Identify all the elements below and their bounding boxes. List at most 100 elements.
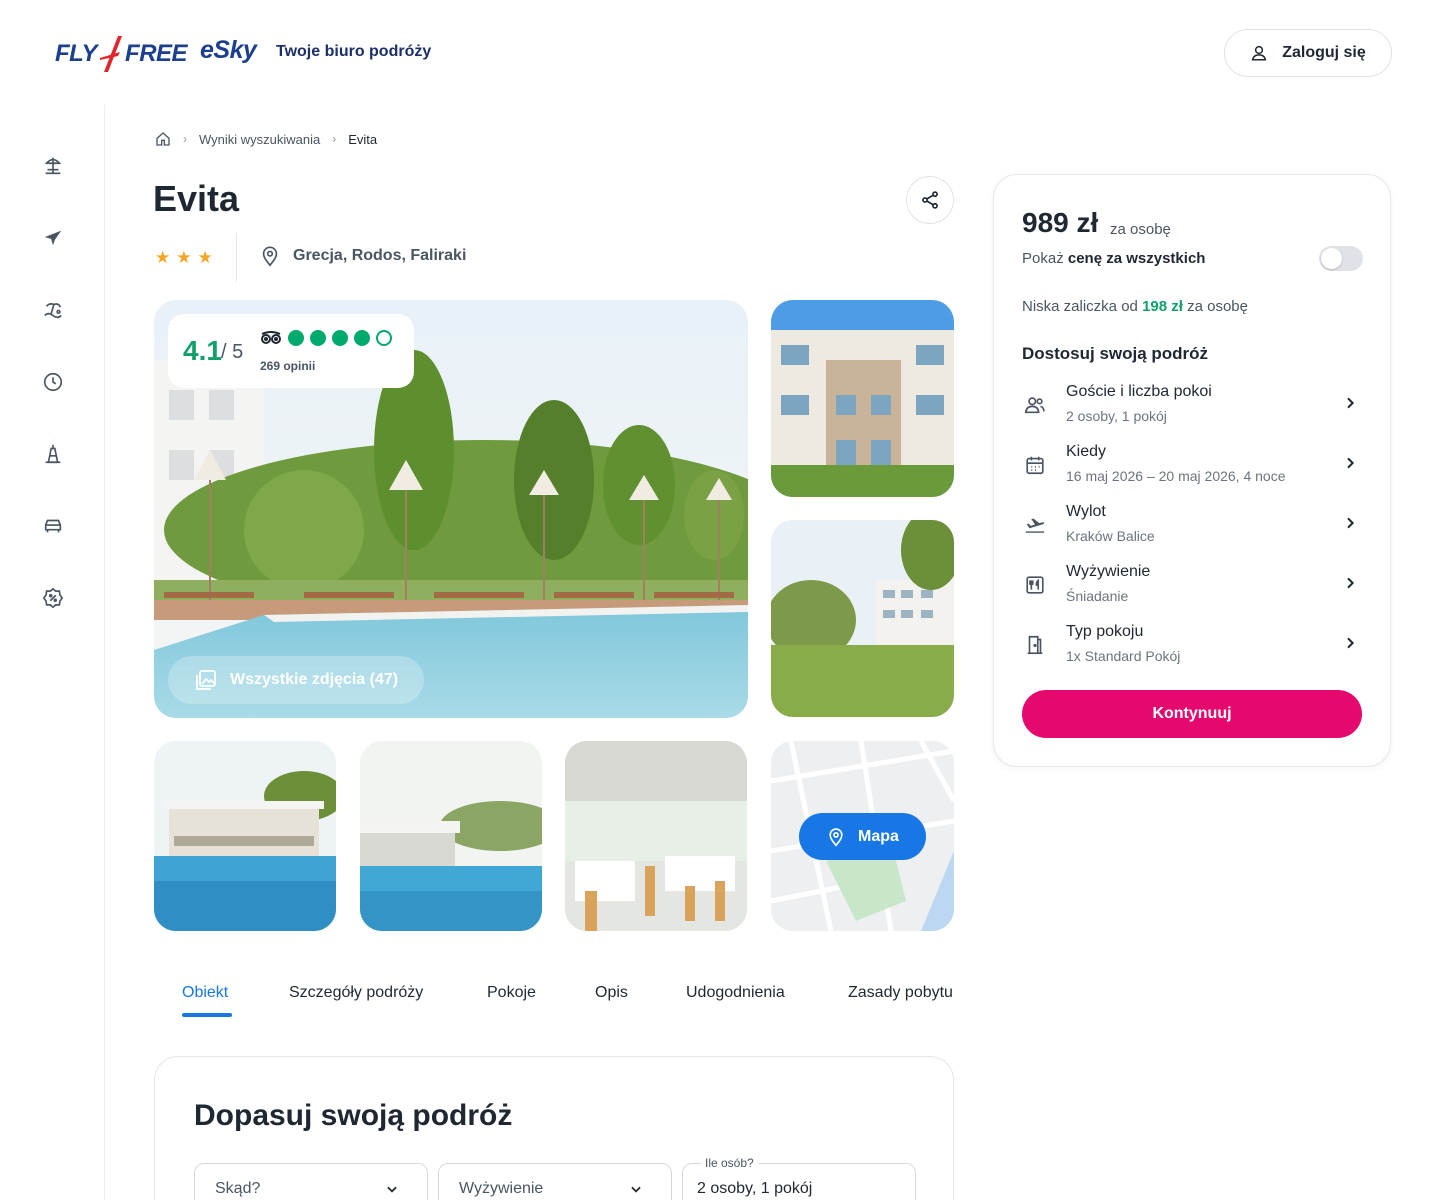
- pool-terrace-photo: [360, 741, 542, 931]
- gallery-photo-building[interactable]: [771, 300, 954, 497]
- deposit-amount: 198 zł: [1142, 298, 1183, 315]
- option-departure-label: Wylot: [1066, 503, 1106, 520]
- deposit-suffix: za osobę: [1187, 298, 1248, 315]
- price: 989 zł: [1022, 207, 1099, 238]
- rating-score: 4.1: [183, 335, 222, 366]
- option-dates[interactable]: Kiedy 16 maj 2026 – 20 maj 2026, 4 noce: [994, 437, 1390, 493]
- departure-icon: [1023, 513, 1047, 537]
- rating-card[interactable]: 4.1 / 5 269 opinii: [168, 314, 414, 388]
- option-meal-label: Wyżywienie: [1066, 563, 1151, 580]
- user-icon: [1251, 45, 1267, 61]
- tab-zasady-pobytu[interactable]: Zasady pobytu: [848, 984, 953, 1002]
- departure-placeholder: Skąd?: [215, 1180, 261, 1197]
- map-label: Mapa: [858, 827, 899, 845]
- people-label: Ile osób?: [701, 1156, 758, 1170]
- esky-logo[interactable]: eSky: [200, 36, 257, 65]
- meal-select[interactable]: Wyżywienie: [438, 1163, 672, 1200]
- eiffel-tower-icon[interactable]: [40, 441, 66, 467]
- clock-icon[interactable]: [40, 369, 66, 395]
- flyfree-logo[interactable]: FLY FREE: [55, 34, 188, 74]
- option-departure[interactable]: Wylot Kraków Balice: [994, 497, 1390, 553]
- logo-fly-text: FLY: [55, 40, 98, 67]
- chevron-right-icon: [1347, 637, 1355, 649]
- calendar-icon: [1023, 453, 1047, 477]
- share-button[interactable]: [906, 176, 954, 224]
- home-icon[interactable]: [155, 131, 171, 147]
- cutlery-icon: [1023, 573, 1047, 597]
- show-all-prefix: Pokaż: [1022, 250, 1064, 267]
- chevron-down-icon: [387, 1186, 397, 1193]
- tab-szczegoly-podrozy[interactable]: Szczegóły podróży: [289, 984, 423, 1002]
- hotel-location[interactable]: Grecja, Rodos, Faliraki: [259, 245, 466, 267]
- rating-bubble-empty: [376, 330, 392, 346]
- beach-umbrella-icon[interactable]: [40, 153, 66, 179]
- people-select[interactable]: Ile osób? 2 osoby, 1 pokój: [682, 1156, 916, 1200]
- tab-obiekt[interactable]: Obiekt: [182, 984, 228, 1002]
- tripadvisor-owl-icon: [261, 331, 281, 344]
- map-button[interactable]: Mapa: [799, 813, 926, 860]
- departure-select[interactable]: Skąd?: [194, 1163, 428, 1200]
- chevron-right-icon: [1347, 397, 1355, 409]
- divider: [236, 233, 237, 281]
- section-tabs: Obiekt Szczegóły podróży Pokoje Opis Udo…: [154, 978, 954, 1018]
- continue-button[interactable]: Kontynuuj: [1022, 690, 1362, 738]
- option-room-type-value: 1x Standard Pokój: [1066, 648, 1181, 664]
- option-guests[interactable]: Goście i liczba pokoi 2 osoby, 1 pokój: [994, 377, 1390, 433]
- chevron-right-icon: [1347, 577, 1355, 589]
- island-icon[interactable]: [40, 297, 66, 323]
- star-icon: ★: [155, 248, 171, 267]
- plane-icon[interactable]: [40, 225, 66, 251]
- rating-bubble-full: [354, 330, 370, 346]
- gallery-photo-restaurant[interactable]: [565, 741, 747, 931]
- tripadvisor-rating: [260, 330, 392, 346]
- option-guests-value: 2 osoby, 1 pokój: [1066, 408, 1167, 424]
- show-all-bold: cenę za wszystkich: [1067, 250, 1206, 267]
- tab-pokoje[interactable]: Pokoje: [487, 984, 536, 1002]
- all-photos-button[interactable]: Wszystkie zdjęcia (47): [168, 656, 424, 704]
- breadcrumb-current: Evita: [348, 131, 378, 147]
- chevron-down-icon: [631, 1186, 641, 1193]
- login-label: Zaloguj się: [1282, 44, 1366, 61]
- reviews-count[interactable]: 269 opinii: [260, 359, 315, 373]
- customize-trip-card: Dopasuj swoją podróż Skąd? Wyżywienie Il…: [154, 1056, 954, 1200]
- header: FLY FREE eSky Twoje biuro podróży Zalogu…: [0, 0, 1440, 105]
- gallery-photo-pool-terrace[interactable]: [360, 741, 542, 931]
- tab-udogodnienia[interactable]: Udogodnienia: [686, 984, 785, 1002]
- location-pin-icon: [262, 246, 278, 267]
- deposit-prefix: Niska zaliczka od: [1022, 298, 1138, 315]
- option-guests-label: Goście i liczba pokoi: [1066, 383, 1212, 400]
- toggle-knob: [1321, 248, 1342, 269]
- option-room-type[interactable]: Typ pokoju 1x Standard Pokój: [994, 617, 1390, 673]
- all-photos-label: Wszystkie zdjęcia (47): [230, 671, 399, 688]
- breadcrumb: › Wyniki wyszukiwania › Evita: [155, 131, 377, 147]
- gallery-icon: [196, 670, 216, 690]
- share-icon: [922, 191, 938, 209]
- customize-title: Dostosuj swoją podróż: [1022, 344, 1209, 363]
- pool-bar-photo: [154, 741, 336, 931]
- option-departure-value: Kraków Balice: [1066, 528, 1155, 544]
- building-photo: [771, 300, 954, 497]
- deposit-info: Niska zaliczka od 198 zł za osobę: [1022, 298, 1248, 315]
- tab-opis[interactable]: Opis: [595, 984, 628, 1002]
- breadcrumb-separator: ›: [183, 132, 187, 146]
- price-per-person: za osobę: [1110, 221, 1171, 238]
- booking-card: 989 zł za osobę Pokaż cenę za wszystkich…: [993, 174, 1391, 767]
- option-meal[interactable]: Wyżywienie Śniadanie: [994, 557, 1390, 613]
- logo-free-text: FREE: [125, 40, 188, 67]
- login-button[interactable]: Zaloguj się: [1224, 29, 1392, 77]
- show-total-price-toggle[interactable]: [1319, 246, 1363, 271]
- chevron-right-icon: [1347, 517, 1355, 529]
- rating-bubble-full: [288, 330, 304, 346]
- breadcrumb-search-results[interactable]: Wyniki wyszukiwania: [199, 132, 320, 147]
- tagline: Twoje biuro podróży: [276, 43, 432, 60]
- option-dates-label: Kiedy: [1066, 443, 1107, 460]
- gallery-photo-garden[interactable]: [771, 520, 954, 717]
- sidebar: [0, 105, 105, 1200]
- breadcrumb-separator: ›: [332, 132, 337, 146]
- car-icon[interactable]: [40, 513, 66, 539]
- gallery-photo-pool-bar[interactable]: [154, 741, 336, 931]
- discount-badge-icon[interactable]: [40, 585, 66, 611]
- option-meal-value: Śniadanie: [1066, 588, 1129, 604]
- users-icon: [1023, 393, 1047, 417]
- option-dates-value: 16 maj 2026 – 20 maj 2026, 4 noce: [1066, 468, 1286, 484]
